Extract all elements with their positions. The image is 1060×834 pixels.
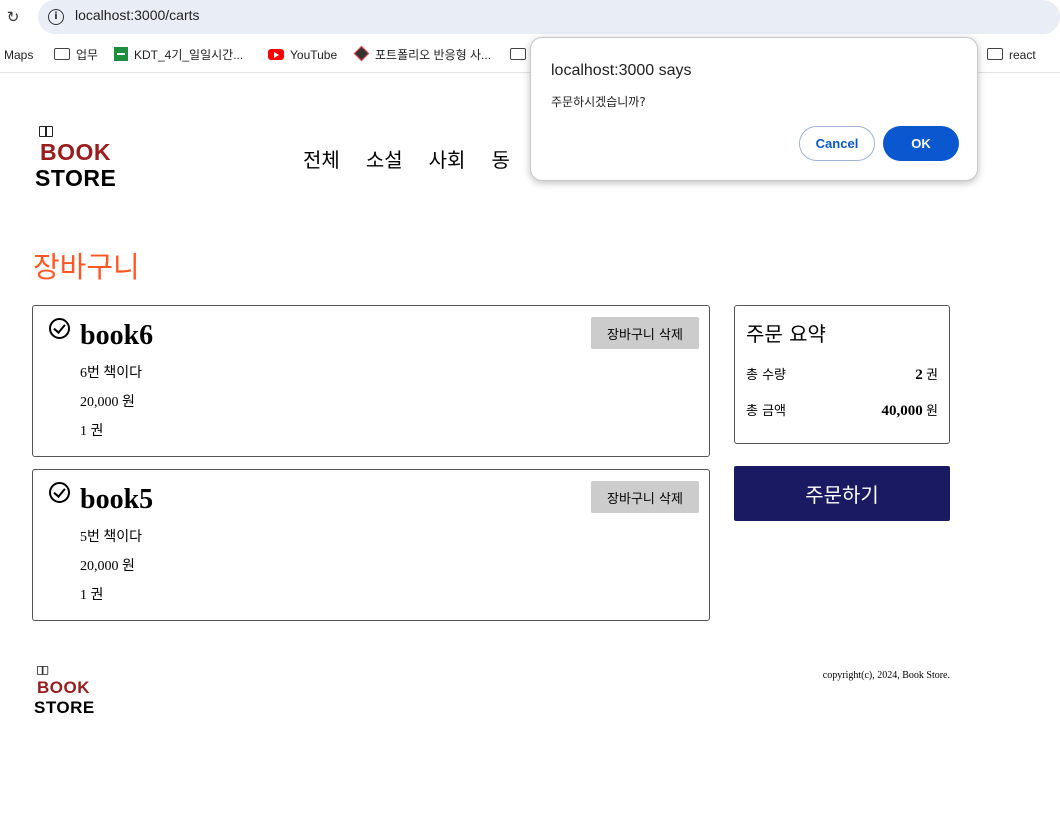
delete-cart-item-button[interactable]: 장바구니 삭제 bbox=[591, 481, 699, 513]
summary-title: 주문 요약 bbox=[746, 322, 826, 346]
book-icon bbox=[37, 666, 49, 675]
folder-icon bbox=[510, 48, 526, 60]
bookmark-folder-react[interactable]: react bbox=[987, 46, 1036, 64]
total-quantity-value: 2 권 bbox=[915, 364, 938, 384]
nav-item-all[interactable]: 전체 bbox=[303, 148, 340, 172]
total-amount-label: 총 금액 bbox=[746, 404, 787, 419]
cart-item[interactable]: book6 6번 책이다 20,000 원 1 권 장바구니 삭제 bbox=[32, 305, 710, 457]
item-summary: 5번 책이다 bbox=[80, 530, 143, 545]
item-quantity: 1 권 bbox=[80, 424, 104, 439]
check-circle-icon[interactable] bbox=[49, 482, 70, 503]
total-amount-number: 40,000 bbox=[881, 403, 923, 419]
youtube-icon bbox=[268, 49, 284, 60]
ok-button[interactable]: OK bbox=[883, 126, 959, 161]
bookmark-label: KDT_4기_일일시간... bbox=[134, 48, 244, 62]
footer-logo-text-book: BOOK bbox=[37, 678, 90, 697]
bookmark-label: YouTube bbox=[290, 48, 338, 62]
diamond-icon bbox=[353, 45, 370, 62]
item-title: book5 bbox=[80, 484, 154, 515]
page-title: 장바구니 bbox=[33, 250, 140, 284]
bookmark-youtube[interactable]: YouTube bbox=[268, 46, 337, 64]
total-quantity-unit: 권 bbox=[922, 367, 938, 382]
item-price: 20,000 원 bbox=[80, 559, 135, 574]
url-text[interactable]: localhost:3000/carts bbox=[75, 7, 200, 23]
dialog-title: localhost:3000 says bbox=[551, 62, 692, 79]
confirm-dialog: localhost:3000 says 주문하시겠습니까? Cancel OK bbox=[530, 37, 978, 181]
item-quantity: 1 권 bbox=[80, 588, 104, 603]
header-logo[interactable]: BOOK STORE bbox=[35, 126, 116, 191]
total-amount-value: 40,000 원 bbox=[882, 400, 938, 420]
order-button[interactable]: 주문하기 bbox=[734, 466, 950, 521]
folder-icon bbox=[987, 48, 1003, 60]
item-title: book6 bbox=[80, 320, 154, 351]
logo-text-store: STORE bbox=[35, 165, 117, 191]
category-nav: 전체 소설 사회 동 bbox=[303, 144, 536, 173]
logo-text-book: BOOK bbox=[40, 139, 111, 165]
bookmark-portfolio[interactable]: 포트폴리오 반응형 사... bbox=[352, 45, 492, 64]
bookmark-label: 포트폴리오 반응형 사... bbox=[375, 48, 492, 62]
bookmark-kdt[interactable]: KDT_4기_일일시간... bbox=[114, 46, 243, 64]
order-summary: 주문 요약 총 수량 2 권 총 금액 40,000 원 bbox=[734, 305, 950, 444]
footer-logo[interactable]: BOOK STORE bbox=[34, 666, 95, 718]
cancel-button[interactable]: Cancel bbox=[799, 126, 875, 161]
delete-cart-item-button[interactable]: 장바구니 삭제 bbox=[591, 317, 699, 349]
item-summary: 6번 책이다 bbox=[80, 366, 143, 381]
check-circle-icon[interactable] bbox=[49, 318, 70, 339]
bookmark-maps[interactable]: Maps bbox=[4, 46, 33, 64]
total-amount-unit: 원 bbox=[922, 403, 938, 418]
folder-icon bbox=[54, 48, 70, 60]
total-quantity-label: 총 수량 bbox=[746, 368, 787, 383]
footer-logo-text-store: STORE bbox=[34, 698, 95, 717]
site-info-icon[interactable]: i bbox=[48, 9, 64, 25]
nav-item-truncated[interactable]: 동 bbox=[491, 148, 509, 172]
dialog-message: 주문하시겠습니까? bbox=[551, 95, 646, 109]
bookmark-folder-work[interactable]: 업무 bbox=[54, 46, 98, 64]
address-bar[interactable]: i localhost:3000/carts bbox=[38, 0, 1060, 34]
bookmark-label: react bbox=[1009, 48, 1036, 62]
total-quantity-number: 2 bbox=[915, 367, 923, 383]
bookmark-folder[interactable] bbox=[510, 46, 532, 64]
copyright-text: copyright(c), 2024, Book Store. bbox=[822, 670, 950, 681]
nav-item-novel[interactable]: 소설 bbox=[366, 148, 403, 172]
cart-item[interactable]: book5 5번 책이다 20,000 원 1 권 장바구니 삭제 bbox=[32, 469, 710, 621]
book-icon bbox=[39, 126, 53, 137]
browser-toolbar: ↻ i localhost:3000/carts bbox=[0, 0, 1060, 36]
reload-icon[interactable]: ↻ bbox=[4, 8, 22, 26]
nav-item-society[interactable]: 사회 bbox=[429, 148, 466, 172]
bookmark-label: Maps bbox=[4, 48, 34, 62]
bookmark-label: 업무 bbox=[76, 48, 99, 62]
item-price: 20,000 원 bbox=[80, 395, 135, 410]
sheets-icon bbox=[114, 47, 128, 61]
